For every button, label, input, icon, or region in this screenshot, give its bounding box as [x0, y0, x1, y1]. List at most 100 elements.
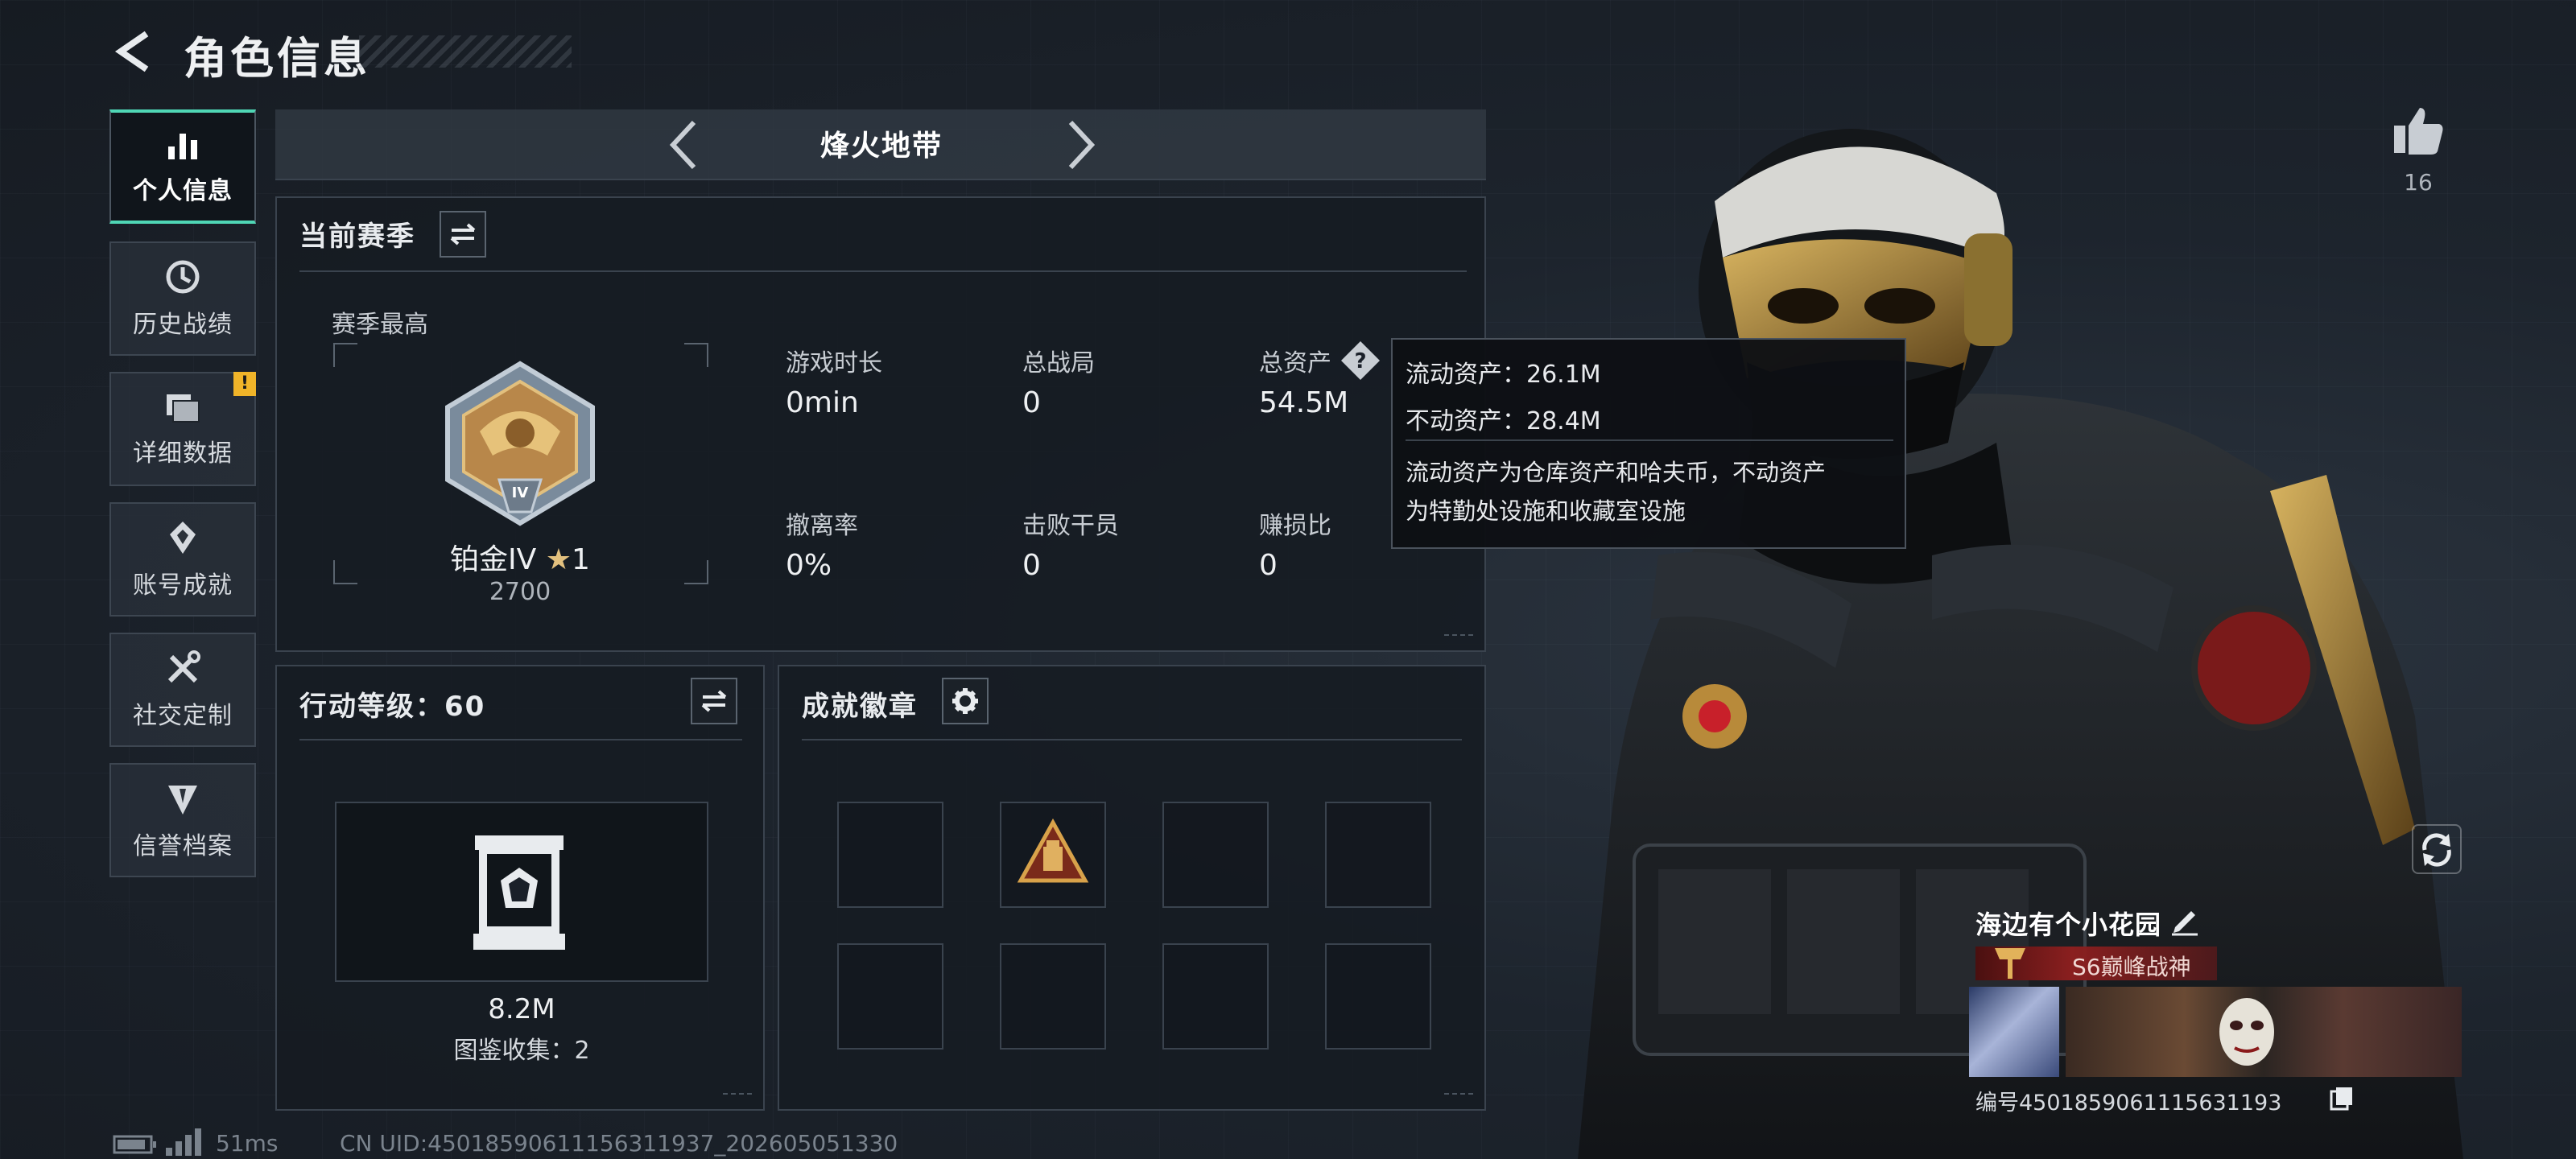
collection-count: 图鉴收集：2 — [453, 1037, 590, 1065]
rotate-icon — [2422, 833, 2451, 867]
back-arrow-icon — [114, 31, 149, 72]
nav-label: 账号成就 — [133, 571, 233, 600]
action-level-title: 行动等级：60 — [299, 691, 486, 723]
rank-stars: 1 — [572, 543, 590, 576]
stat-value: 0min — [786, 386, 859, 419]
page-title: 角色信息 — [184, 33, 370, 84]
panel-corner-mark — [723, 1093, 752, 1099]
badge-slot[interactable] — [837, 943, 943, 1050]
copy-icon — [2330, 1087, 2352, 1111]
achievements-title: 成就徽章 — [802, 691, 918, 723]
mode-label: 烽火地带 — [819, 130, 943, 163]
battery-icon — [113, 1135, 158, 1154]
rotate-button[interactable] — [2412, 824, 2462, 874]
nav-history[interactable]: 历史战绩 — [109, 241, 256, 356]
title-emblem-icon — [1992, 945, 2029, 982]
star-icon: ★ — [545, 543, 572, 576]
tooltip-liquid: 流动资产：26.1M — [1406, 361, 1601, 389]
stat-value: 0 — [1259, 549, 1278, 582]
nav-label: 详细数据 — [133, 439, 233, 468]
folder-icon — [167, 394, 200, 423]
achievements-settings-button[interactable] — [942, 678, 989, 724]
tools-icon — [167, 650, 200, 683]
card-image[interactable] — [1969, 987, 2059, 1077]
nav-label: 社交定制 — [133, 702, 233, 730]
stat-value: 54.5M — [1259, 386, 1349, 419]
tooltip-desc-2: 为特勤处设施和收藏室设施 — [1406, 497, 1686, 525]
badge-slot[interactable] — [1162, 943, 1269, 1050]
nav-social-custom[interactable]: 社交定制 — [109, 633, 256, 747]
swap-icon — [701, 690, 727, 712]
uid-line: CN UID:4501859061115631193​7_20260505133… — [340, 1130, 898, 1157]
gear-icon — [952, 688, 978, 714]
badge-slot[interactable] — [1000, 802, 1106, 908]
signal-icon — [164, 1128, 204, 1156]
tooltip-divider — [1406, 439, 1893, 441]
rank-name: 铂金IV — [450, 543, 537, 576]
season-best-label: 赛季最高 — [332, 311, 428, 339]
stat-label: 撤离率 — [786, 512, 858, 540]
player-title: S6巅峰战神 — [2072, 954, 2191, 980]
nav-personal-info[interactable]: 个人信息 — [109, 109, 256, 224]
nav-detailed-data[interactable]: 详细数据 ! — [109, 372, 256, 486]
rank-name-line: 铂金IV ★1 — [435, 536, 605, 578]
nav-label: 个人信息 — [133, 177, 233, 205]
bar-chart-icon — [168, 134, 197, 159]
player-name: 海边有个小花园 — [1975, 909, 2162, 940]
stat-label: 总资产 — [1259, 349, 1331, 377]
asset-tooltip: 流动资产：26.1M 不动资产：28.4M 流动资产为仓库资产和哈夫币，不动资产… — [1391, 338, 1906, 549]
stat-label: 赚损比 — [1259, 512, 1331, 540]
stat-value: 0% — [786, 549, 832, 582]
edit-name-button[interactable] — [2169, 905, 2201, 937]
badge-slot[interactable] — [1162, 802, 1269, 908]
panel-corner-mark — [1444, 1093, 1473, 1099]
nav-label: 信誉档案 — [133, 832, 233, 860]
pencil-icon — [2172, 911, 2198, 936]
collection-value: 8.2M — [488, 993, 555, 1025]
chevron-left-icon — [669, 120, 696, 170]
thumbs-up-icon — [2394, 108, 2443, 155]
help-icon[interactable]: ? — [1340, 340, 1381, 382]
mask-face-icon — [2211, 995, 2283, 1069]
season-switch-button[interactable] — [440, 211, 486, 258]
action-level-switch-button[interactable] — [691, 678, 737, 724]
badge-slot[interactable] — [1325, 802, 1431, 908]
badge-slot[interactable] — [1000, 943, 1106, 1050]
badge-slot[interactable] — [837, 802, 943, 908]
rank-badge-icon: IV — [435, 359, 605, 526]
collection-case-icon — [470, 831, 568, 953]
stat-value: 0 — [1022, 549, 1041, 582]
like-button[interactable] — [2391, 103, 2446, 158]
emblem-icon — [168, 786, 197, 815]
svg-text:?: ? — [1354, 349, 1366, 373]
next-mode-button[interactable] — [1056, 118, 1104, 172]
stat-label: 击败干员 — [1022, 512, 1119, 540]
panel-corner-mark — [1444, 634, 1473, 641]
stat-value: 0 — [1022, 386, 1041, 419]
nav-credit-record[interactable]: 信誉档案 — [109, 763, 256, 877]
copy-id-button[interactable] — [2328, 1085, 2355, 1112]
chevron-right-icon — [1068, 120, 1096, 170]
action-level-divider — [299, 739, 742, 740]
ping: 51ms — [216, 1130, 279, 1157]
alert-badge: ! — [233, 372, 256, 396]
tooltip-desc-1: 流动资产为仓库资产和哈夫币，不动资产 — [1406, 459, 1827, 486]
nav-account-achievement[interactable]: 账号成就 — [109, 502, 256, 617]
prev-mode-button[interactable] — [660, 118, 708, 172]
stat-label: 总战局 — [1022, 349, 1095, 377]
badge-slot[interactable] — [1325, 943, 1431, 1050]
achievements-divider — [802, 739, 1462, 740]
season-divider — [299, 270, 1467, 272]
swap-icon — [450, 223, 476, 245]
back-button[interactable] — [109, 27, 158, 76]
rank-numeral: IV — [511, 485, 529, 501]
achievement-icon — [170, 522, 196, 554]
nav-label: 历史战绩 — [133, 311, 233, 339]
portrait-strip — [1969, 987, 2462, 1077]
history-icon — [166, 260, 200, 294]
rank-score: 2700 — [489, 578, 551, 606]
like-count: 16 — [2404, 169, 2433, 196]
tooltip-fixed: 不动资产：28.4M — [1406, 407, 1601, 435]
season-title: 当前赛季 — [299, 221, 415, 253]
player-id: 编号4501859061115631193 — [1975, 1091, 2282, 1116]
